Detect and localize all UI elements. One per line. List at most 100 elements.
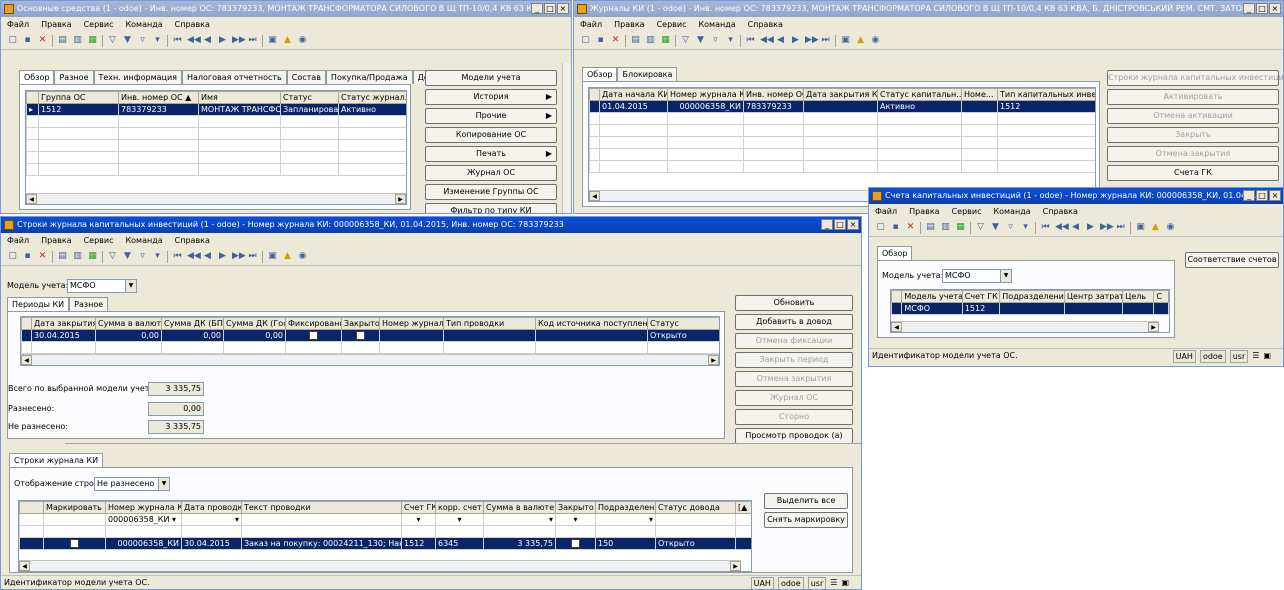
menu-edit[interactable]: Правка <box>614 17 644 32</box>
last-record-icon[interactable]: ⏭ <box>820 35 831 46</box>
col-journal-number[interactable]: Номер журнала <box>379 317 444 330</box>
next-record-icon[interactable]: ▶ <box>217 251 228 262</box>
filter-clear-icon[interactable]: ▾ <box>1020 222 1031 233</box>
col-amount-bp[interactable]: Сумма ДК (БП) <box>161 317 224 330</box>
account-mapping-button[interactable]: Соответствие счетов <box>1185 252 1279 268</box>
maximize-button[interactable]: □ <box>1256 190 1268 201</box>
tab-tech[interactable]: Техн. информация <box>93 70 182 84</box>
activate-button[interactable]: Активировать <box>1107 89 1279 105</box>
col-close-date[interactable]: Дата закрытия КИ <box>803 88 878 101</box>
minimize-button[interactable]: _ <box>821 219 833 230</box>
col-extra[interactable]: С <box>1153 290 1169 303</box>
title-bar[interactable]: Строки журнала капитальных инвестиций (1… <box>1 217 861 233</box>
filter-select-icon[interactable]: ▼ <box>990 222 1001 233</box>
col-closed[interactable]: Закрыто <box>555 501 596 514</box>
asset-journal-button[interactable]: Журнал ОС <box>735 390 853 406</box>
chevron-down-icon[interactable]: ▼ <box>1000 270 1011 282</box>
next-page-icon[interactable]: ▶▶ <box>1100 222 1114 233</box>
close-journal-button[interactable]: Закрыть <box>1107 127 1279 143</box>
add-to-allocation-button[interactable]: Добавить в довод <box>735 314 853 330</box>
menu-command[interactable]: Команда <box>125 233 162 248</box>
next-page-icon[interactable]: ▶▶ <box>805 35 819 46</box>
print-icon[interactable]: ▤ <box>57 251 68 262</box>
table-row[interactable]: 01.04.2015 000006358_КИ 783379233 Активно 15… <box>589 100 1095 113</box>
mark-checkbox[interactable] <box>70 539 79 548</box>
next-record-icon[interactable]: ▶ <box>790 35 801 46</box>
closed-checkbox[interactable] <box>571 539 580 548</box>
minimize-button[interactable]: _ <box>1243 190 1255 201</box>
model-select[interactable]: МСФО ▼ <box>942 269 1012 283</box>
print-button[interactable]: Печать ▶ <box>425 146 557 162</box>
scroll-left-icon[interactable]: ◀ <box>19 561 30 571</box>
cancel-close-button[interactable]: Отмена закрытия <box>1107 146 1279 162</box>
menu-service[interactable]: Сервис <box>657 17 687 32</box>
unmark-button[interactable]: Снять маркировку <box>764 512 848 528</box>
periods-grid[interactable]: Дата закрытия Сумма в валюте Сумма ДК (БП)… <box>20 316 720 366</box>
menu-service[interactable]: Сервис <box>84 233 114 248</box>
list-icon[interactable]: ☰ <box>830 576 837 589</box>
menu-command[interactable]: Команда <box>993 204 1030 219</box>
gl-accounts-button[interactable]: Счета ГК <box>1107 165 1279 181</box>
title-bar[interactable]: Основные средства (1 - odoe) - Инв. номе… <box>1 1 571 17</box>
save-icon[interactable]: ▪ <box>22 35 33 46</box>
last-record-icon[interactable]: ⏭ <box>247 35 258 46</box>
delete-icon[interactable]: ✕ <box>905 222 916 233</box>
refresh-button[interactable]: Обновить <box>735 295 853 311</box>
alert-icon[interactable]: ▲ <box>855 35 866 46</box>
prev-record-icon[interactable]: ◀ <box>202 251 213 262</box>
help-icon[interactable]: ◉ <box>297 251 308 262</box>
accounts-grid[interactable]: Модель учета Счет ГК Подразделение Центр за… <box>890 289 1170 333</box>
list-icon[interactable]: ☰ <box>1252 349 1259 363</box>
chevron-down-icon[interactable]: ▼ <box>158 478 169 490</box>
filter-icon[interactable]: ▽ <box>680 35 691 46</box>
save-icon[interactable]: ▪ <box>22 251 33 262</box>
scroll-left-icon[interactable]: ◀ <box>891 322 902 332</box>
scroll-right-icon[interactable]: ▶ <box>395 194 406 204</box>
scroll-right-icon[interactable]: ▶ <box>1148 322 1159 332</box>
close-button[interactable]: × <box>1269 190 1281 201</box>
new-icon[interactable]: ▢ <box>7 251 18 262</box>
menu-edit[interactable]: Правка <box>41 17 71 32</box>
journal-lines-grid[interactable]: Маркировать Номер журнала КИ Дата проводки… <box>18 500 752 572</box>
horizontal-scrollbar[interactable]: ◀▶ <box>21 354 719 365</box>
refresh-icon[interactable]: ▦ <box>660 35 671 46</box>
col-journal-status[interactable]: Статус журнал. <box>338 91 406 104</box>
maximize-button[interactable]: □ <box>544 3 556 14</box>
document-icon[interactable]: ▣ <box>1135 222 1146 233</box>
history-button[interactable]: История ▶ <box>425 89 557 105</box>
next-page-icon[interactable]: ▶▶ <box>232 35 246 46</box>
delete-icon[interactable]: ✕ <box>37 35 48 46</box>
col-fixed[interactable]: Фиксировано <box>285 317 342 330</box>
filter-icon[interactable]: ▽ <box>107 251 118 262</box>
copy-asset-button[interactable]: Копирование ОС <box>425 127 557 143</box>
alert-icon[interactable]: ▲ <box>282 35 293 46</box>
splitter[interactable] <box>65 443 861 444</box>
last-record-icon[interactable]: ⏭ <box>247 251 258 262</box>
tab-tax[interactable]: Налоговая отчетность <box>182 70 287 84</box>
col-posting-type[interactable]: Тип проводки <box>443 317 536 330</box>
col-inv-number[interactable]: Инв. номер ОС ▲ <box>118 91 199 104</box>
tab-lock[interactable]: Блокировка <box>617 67 678 81</box>
help-icon[interactable]: ◉ <box>1165 222 1176 233</box>
prev-page-icon[interactable]: ◀◀ <box>187 35 201 46</box>
refresh-icon[interactable]: ▦ <box>87 251 98 262</box>
filter-select-icon[interactable]: ▼ <box>122 251 133 262</box>
tab-overview[interactable]: Обзор <box>19 70 55 85</box>
document-icon[interactable]: ▣ <box>267 35 278 46</box>
document-icon[interactable]: ▣ <box>840 35 851 46</box>
accounting-models-button[interactable]: Модели учета <box>425 70 557 86</box>
col-gl-account[interactable]: Счет ГК <box>961 290 1001 303</box>
tab-overview[interactable]: Обзор <box>877 246 913 261</box>
view-postings-button[interactable]: Просмотр проводок (а) <box>735 428 853 444</box>
menu-help[interactable]: Справка <box>1043 204 1078 219</box>
menu-edit[interactable]: Правка <box>909 204 939 219</box>
cancel-activation-button[interactable]: Отмена активации <box>1107 108 1279 124</box>
asset-journal-button[interactable]: Журнал ОС <box>425 165 557 181</box>
menu-command[interactable]: Команда <box>125 17 162 32</box>
save-icon[interactable]: ▪ <box>890 222 901 233</box>
filter-clear-icon[interactable]: ▾ <box>152 35 163 46</box>
fixed-checkbox[interactable] <box>309 331 318 340</box>
filter-icon[interactable]: ▽ <box>975 222 986 233</box>
col-gl-account[interactable]: Счет ГК <box>401 501 436 514</box>
new-icon[interactable]: ▢ <box>875 222 886 233</box>
